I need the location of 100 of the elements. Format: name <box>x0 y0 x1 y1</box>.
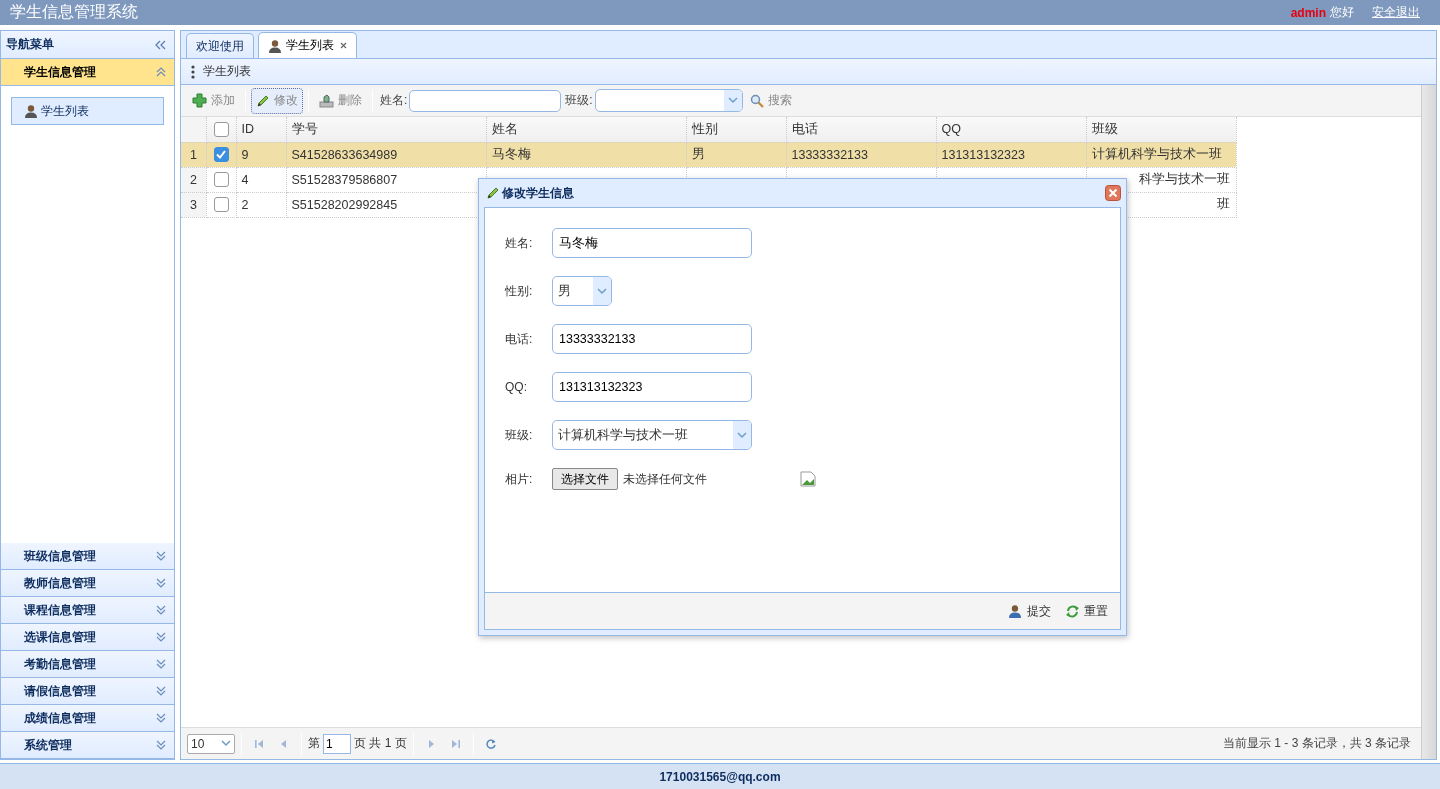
accordion-header[interactable]: 请假信息管理 <box>1 678 174 705</box>
name-input-field[interactable] <box>409 89 562 112</box>
accordion-header[interactable]: 学生信息管理 <box>1 59 174 86</box>
toolbar-button[interactable]: 删除 <box>314 87 367 114</box>
sidebar-title: 导航菜单 <box>6 36 54 53</box>
accordion-header[interactable]: 考勤信息管理 <box>1 651 174 678</box>
collapse-icon <box>155 39 166 50</box>
refresh-icon <box>1065 603 1080 619</box>
user-icon <box>24 104 38 118</box>
footer-text: 1710031565@qq.com <box>659 769 781 784</box>
dropdown-icon <box>727 97 738 104</box>
field-label: 姓名: <box>505 234 534 252</box>
nav-item[interactable]: 学生列表 <box>11 97 164 125</box>
expand-icon <box>156 578 166 588</box>
column-header[interactable]: 班级 <box>1086 117 1236 142</box>
row-checkbox[interactable] <box>213 172 229 187</box>
expand-icon <box>156 632 166 642</box>
row-number: 3 <box>181 192 206 217</box>
pencil-icon <box>256 93 270 108</box>
column-header[interactable]: QQ <box>936 117 1086 142</box>
scrollbar[interactable] <box>1421 85 1436 759</box>
column-header[interactable]: 性别 <box>686 117 786 142</box>
field-label: 姓名: <box>380 92 408 109</box>
select-all-checkbox[interactable] <box>213 121 229 137</box>
expand-icon <box>156 740 166 750</box>
first-page-icon <box>254 738 264 749</box>
field-label: 相片: <box>505 470 534 488</box>
close-button[interactable] <box>1105 185 1121 201</box>
text-input-field[interactable]: 13333332133 <box>552 324 752 354</box>
search-icon <box>749 93 764 108</box>
expand-icon <box>156 551 166 561</box>
select-field[interactable]: 男 <box>552 276 612 306</box>
submit-button[interactable]: 提交 <box>1004 600 1055 622</box>
table-cell: 计算机科学与技术一班 <box>1086 142 1236 167</box>
table-cell: 13333332133 <box>786 142 936 167</box>
previous-page-icon <box>279 738 289 749</box>
close-icon <box>1105 185 1121 201</box>
field-label: 班级: <box>505 426 534 444</box>
grip-icon <box>191 64 195 79</box>
checkmark-icon <box>216 150 226 159</box>
table-cell: 马冬梅 <box>486 142 686 167</box>
panel-title: 学生列表 <box>203 63 251 80</box>
refresh-icon <box>485 738 496 749</box>
text-input-field[interactable]: 马冬梅 <box>552 228 752 258</box>
field-label: 电话: <box>505 330 534 348</box>
pencil-icon <box>486 186 500 200</box>
table-cell: 4 <box>236 167 286 192</box>
expand-icon <box>156 605 166 615</box>
trash-icon <box>319 93 334 108</box>
field-label: 班级: <box>565 92 593 109</box>
user-icon <box>268 38 282 53</box>
choose-file-button[interactable]: 选择文件 <box>552 468 618 490</box>
page-size-select[interactable]: 10 <box>187 733 235 754</box>
accordion-header[interactable]: 系统管理 <box>1 732 174 759</box>
collapse-icon <box>156 67 166 77</box>
row-checkbox[interactable] <box>213 147 229 162</box>
app-title: 学生信息管理系统 <box>10 2 138 22</box>
row-checkbox[interactable] <box>213 197 229 212</box>
reset-button[interactable]: 重置 <box>1061 600 1112 622</box>
dropdown-icon <box>597 287 607 295</box>
table-cell: 2 <box>236 192 286 217</box>
expand-icon <box>156 686 166 696</box>
dropdown-icon <box>737 431 747 439</box>
plus-icon <box>192 93 207 108</box>
last-page-icon <box>450 738 461 749</box>
accordion-header[interactable]: 教师信息管理 <box>1 570 174 597</box>
table-cell: 131313132323 <box>936 142 1086 167</box>
select-field[interactable]: 计算机科学与技术一班 <box>552 420 752 450</box>
page-label: 第 <box>308 735 320 752</box>
table-cell: 男 <box>686 142 786 167</box>
row-number: 1 <box>181 142 206 167</box>
close-icon[interactable] <box>340 42 347 49</box>
user-name: admin <box>1290 5 1326 20</box>
field-label: 性别: <box>505 282 534 300</box>
field-label: QQ: <box>505 380 528 394</box>
column-header[interactable]: 姓名 <box>486 117 686 142</box>
text-input-field[interactable]: 131313132323 <box>552 372 752 402</box>
tab[interactable]: 欢迎使用 <box>186 33 254 58</box>
dialog-title: 修改学生信息 <box>502 184 575 202</box>
accordion-header[interactable]: 选课信息管理 <box>1 624 174 651</box>
accordion-header[interactable]: 课程信息管理 <box>1 597 174 624</box>
tab[interactable]: 学生列表 <box>258 32 357 58</box>
greeting-text: 您好 <box>1330 4 1354 21</box>
page-number-field[interactable]: 1 <box>323 733 351 754</box>
record-info: 当前显示 1 - 3 条记录，共 3 条记录 <box>1222 735 1412 752</box>
column-header[interactable]: ID <box>236 117 286 142</box>
file-status: 未选择任何文件 <box>623 470 708 488</box>
class-select[interactable] <box>594 89 743 112</box>
dropdown-icon <box>221 740 231 747</box>
row-number: 2 <box>181 167 206 192</box>
accordion-header[interactable]: 成绩信息管理 <box>1 705 174 732</box>
broken-image-icon <box>800 471 816 487</box>
table-cell: 9 <box>236 142 286 167</box>
expand-icon <box>156 713 166 723</box>
table-cell: S41528633634989 <box>286 142 486 167</box>
page-count-label: 页 共 1 页 <box>354 735 407 752</box>
column-header[interactable]: 学号 <box>286 117 486 142</box>
column-header[interactable]: 电话 <box>786 117 936 142</box>
expand-icon <box>156 659 166 669</box>
accordion-header[interactable]: 班级信息管理 <box>1 543 174 570</box>
